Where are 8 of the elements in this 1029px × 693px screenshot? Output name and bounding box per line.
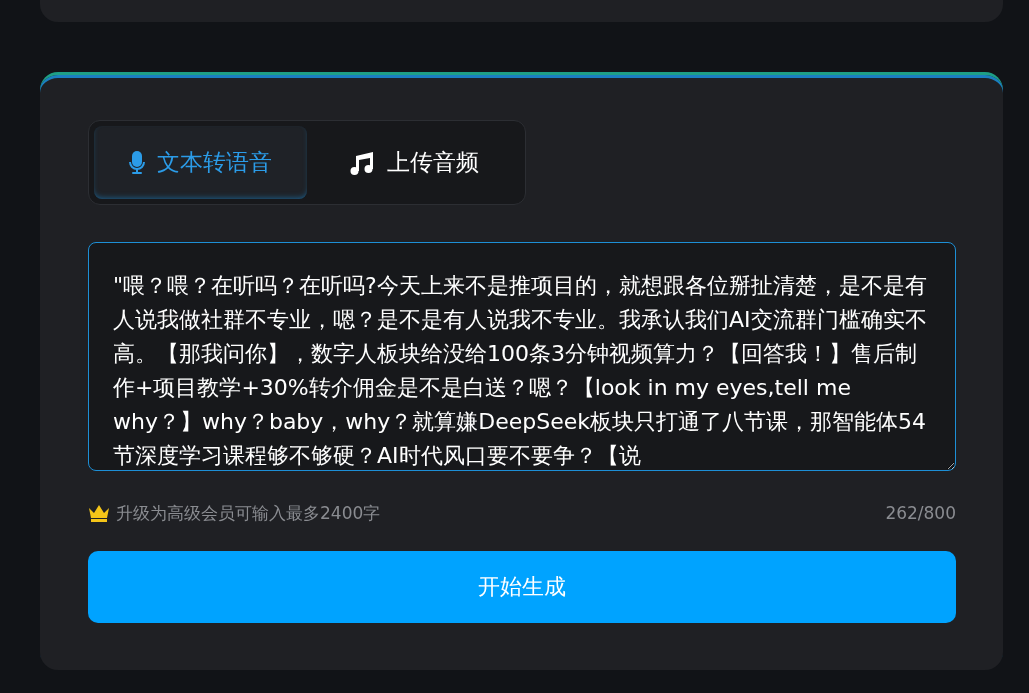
upgrade-hint: 升级为高级会员可输入最多2400字 [116, 501, 381, 525]
character-count: 262/800 [885, 503, 956, 523]
crown-icon [88, 504, 110, 522]
music-note-icon [348, 150, 375, 175]
tab[interactable]: 文本转语音 [94, 126, 307, 199]
tab[interactable]: 上传音频 [307, 126, 520, 199]
microphone-icon [129, 150, 145, 175]
text-input-field[interactable]: "喂？喂？在听吗？在听吗?今天上来不是推项目的，就想跟各位掰扯清楚，是不是有人说我做社群不专业，嗯？是不是有人说我不专业。我承认我们AI交流群门槛确实不高。【那我问你】，数字人板块给没给100条3分钟视频算力？【回答我！】售后制作+项目教学+30%转介佣金是不是白送？嗯？【look in my eyes,tell me why？】why？baby，why？就算嫌DeepSeek板块只打通了八节课，那智能体54节深度学习课程够不够硬？AI时代风口要不要争？【说 [88, 242, 956, 471]
